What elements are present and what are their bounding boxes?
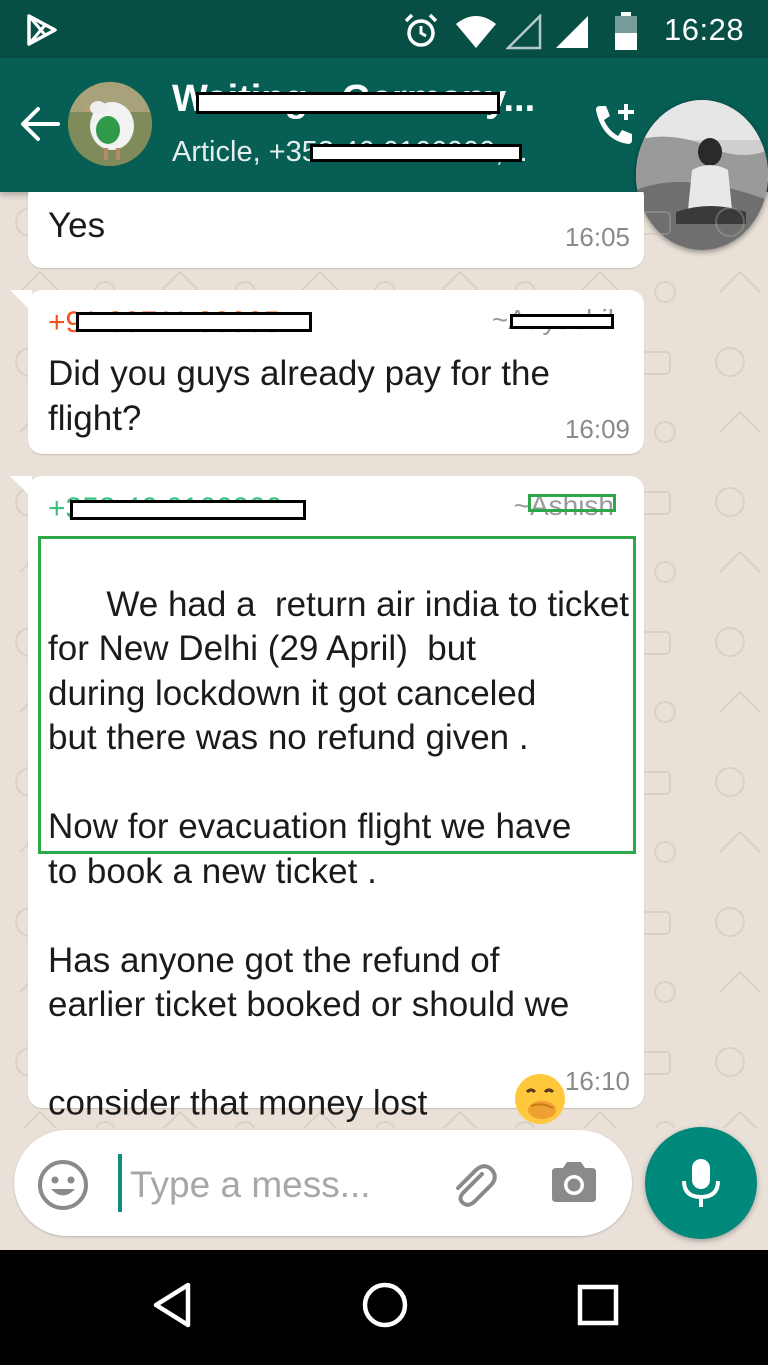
system-nav-bar [0,1250,768,1365]
redaction-bar [310,144,522,162]
message-time: 16:09 [564,414,630,444]
message-text: Did you guys already pay for the flight? [48,354,560,438]
nav-recents-icon[interactable] [576,1280,620,1330]
message-time: 16:05 [564,222,630,252]
message-composer [14,1130,632,1236]
highlight-box-small [528,494,616,512]
redaction-bar [76,312,312,332]
pigeon-image [68,82,152,166]
voice-record-button[interactable] [645,1127,757,1239]
text-caret [118,1154,122,1212]
chat-area[interactable]: Yes 16:05 +91 99711 00005 ~Aayushil Did … [0,192,768,1128]
message-text: Yes [48,206,106,245]
add-call-icon[interactable] [588,100,642,154]
redaction-bar [196,92,500,114]
message-input[interactable] [130,1160,410,1210]
emoji-icon[interactable] [36,1158,90,1212]
mic-icon [682,1159,720,1207]
bubble-tail [10,476,32,498]
attach-icon[interactable] [446,1158,500,1212]
camera-icon[interactable] [548,1158,600,1208]
face-with-hand-over-mouth-icon [435,1028,567,1129]
nav-back-icon[interactable] [150,1280,194,1330]
message-text: We had a return air india to ticket for … [48,538,638,1128]
nav-home-icon[interactable] [360,1280,410,1330]
message-bubble[interactable]: Yes 16:05 [28,192,644,268]
signal-icon [556,16,588,48]
signal-icon-sim1 [506,14,542,50]
message-bubble[interactable]: +353 46 6166000 ~Ashish We had a return … [10,476,644,1124]
back-arrow-icon[interactable] [18,104,62,144]
group-avatar[interactable] [68,82,152,166]
status-bar: 16:28 [0,0,768,58]
play-store-icon [27,14,57,46]
redaction-bar [70,500,306,520]
wifi-icon [456,16,496,48]
message-time: 16:10 [564,1066,630,1096]
alarm-icon [404,13,438,47]
message-bubble[interactable]: +91 99711 00005 ~Aayushil Did you guys a… [10,290,644,454]
status-time: 16:28 [664,12,745,47]
redaction-bar [510,314,614,329]
battery-icon [615,12,637,50]
bubble-tail [10,290,32,312]
